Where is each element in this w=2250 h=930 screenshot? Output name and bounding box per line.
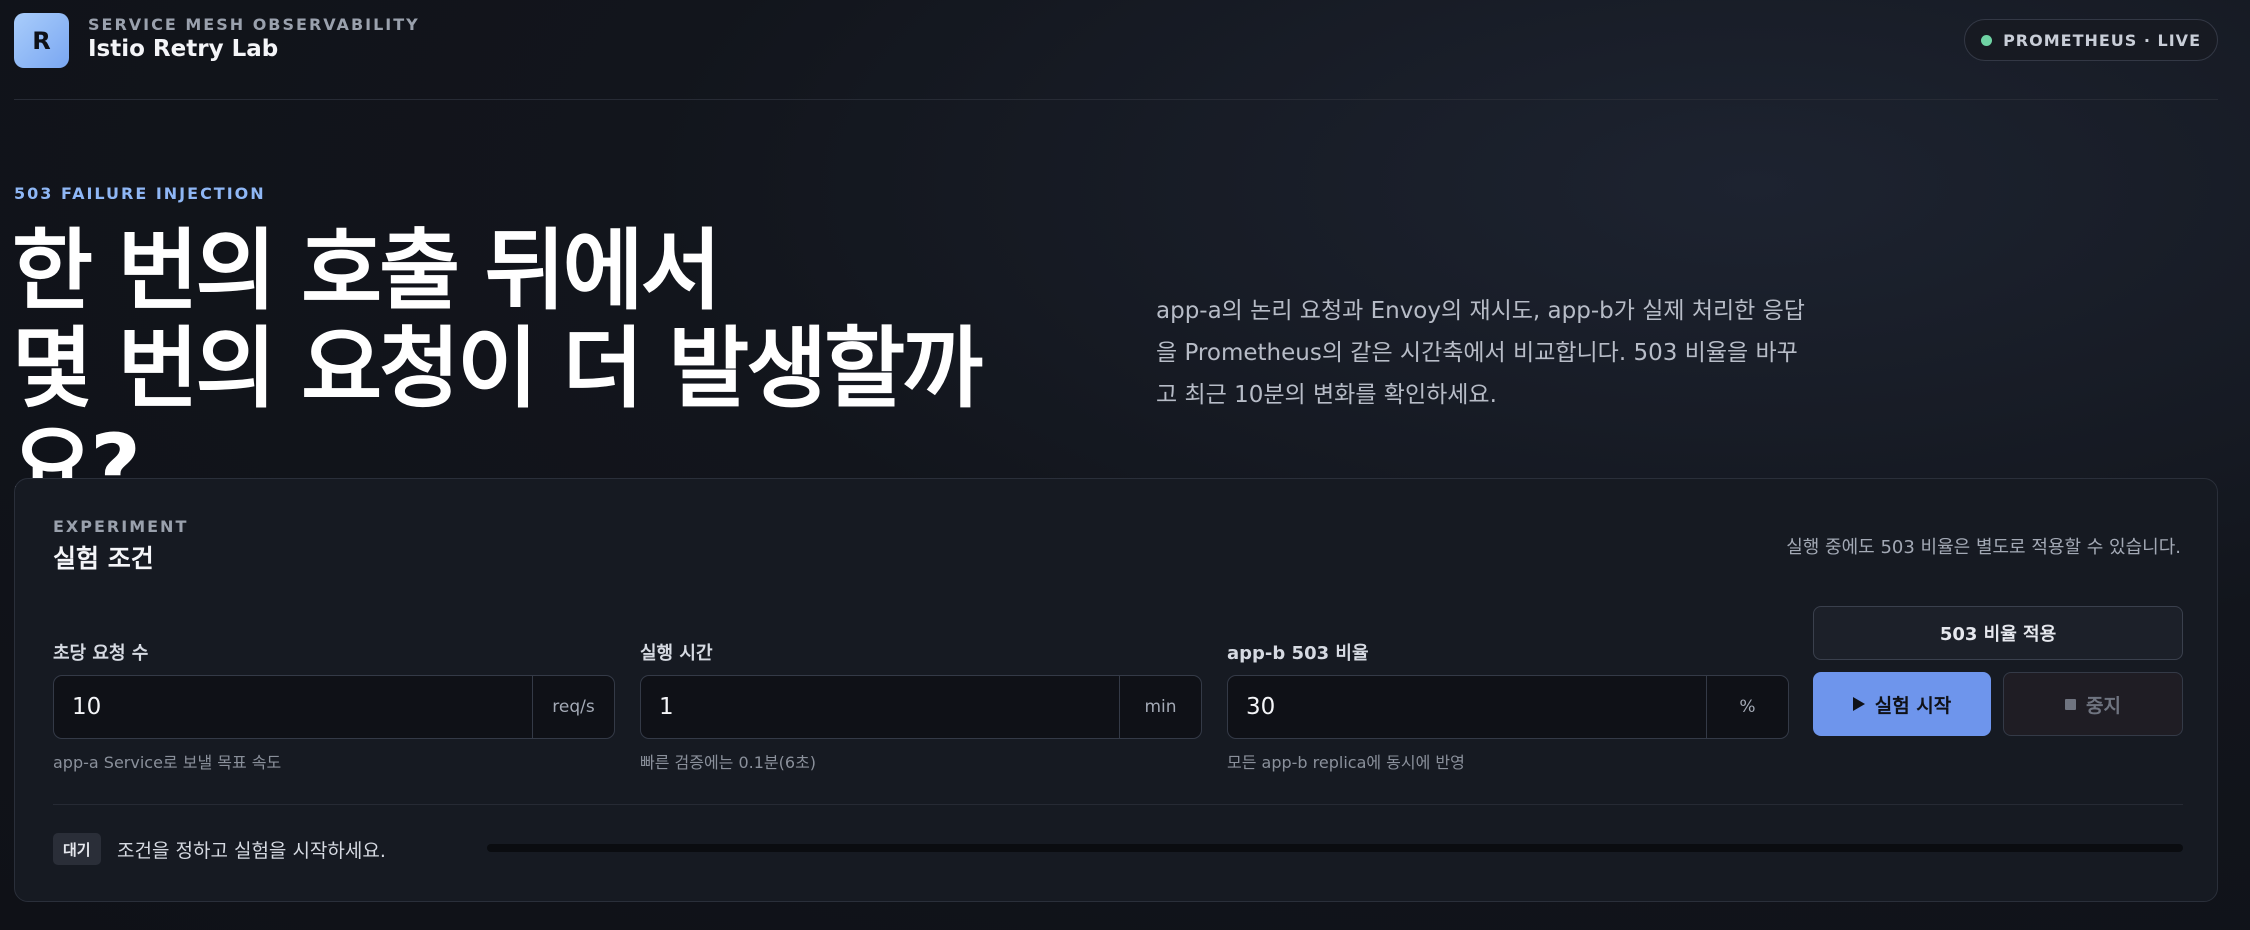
failure-rate-label: app-b 503 비율: [1227, 643, 1369, 664]
experiment-progress-bar: [487, 844, 2183, 852]
hero-title: 한 번의 호출 뒤에서 몇 번의 요청이 더 발생할까요?: [12, 222, 1062, 516]
card-divider: [53, 804, 2183, 805]
experiment-title: 실험 조건: [53, 544, 154, 573]
start-experiment-button[interactable]: 실험 시작: [1813, 672, 1991, 736]
app-title: Istio Retry Lab: [88, 36, 279, 62]
duration-input-box: min: [640, 675, 1202, 739]
duration-hint: 빠른 검증에는 0.1분(6초): [640, 753, 817, 772]
duration-input[interactable]: [641, 676, 1119, 738]
stop-label: 중지: [2086, 694, 2121, 717]
rps-hint: app-a Service로 보낼 목표 속도: [53, 753, 282, 772]
experiment-eyebrow: EXPERIMENT: [53, 517, 189, 536]
hero-description: app-a의 논리 요청과 Envoy의 재시도, app-b가 실제 처리한 …: [1156, 298, 1805, 408]
duration-field: 실행 시간 min 빠른 검증에는 0.1분(6초): [640, 639, 1202, 773]
app-header: R SERVICE MESH OBSERVABILITY Istio Retry…: [14, 0, 2218, 100]
apply-failure-rate-button[interactable]: 503 비율 적용: [1813, 606, 2183, 660]
rps-input-box: req/s: [53, 675, 615, 739]
failure-rate-input-box: %: [1227, 675, 1789, 739]
stop-experiment-button[interactable]: 중지: [2003, 672, 2183, 736]
hero-eyebrow: 503 FAILURE INJECTION: [14, 184, 266, 203]
hero-title-line-1: 한 번의 호출 뒤에서: [12, 219, 722, 322]
status-badge: 대기: [53, 833, 101, 865]
live-dot-icon: [1981, 35, 1993, 46]
prometheus-status-badge: PROMETHEUS · LIVE: [1964, 19, 2218, 61]
status-message: 조건을 정하고 실험을 시작하세요.: [117, 840, 386, 862]
start-label: 실험 시작: [1874, 694, 1952, 717]
stop-icon: [2065, 698, 2077, 710]
failure-rate-hint: 모든 app-b replica에 동시에 반영: [1227, 753, 1465, 772]
failure-rate-field: app-b 503 비율 % 모든 app-b replica에 동시에 반영: [1227, 639, 1789, 773]
experiment-card: EXPERIMENT 실험 조건 실행 중에도 503 비율은 별도로 적용할 …: [14, 478, 2218, 902]
duration-label: 실행 시간: [640, 643, 713, 664]
rps-field: 초당 요청 수 req/s app-a Service로 보낼 목표 속도: [53, 639, 615, 773]
rps-unit: req/s: [532, 676, 614, 738]
failure-rate-input[interactable]: [1228, 676, 1706, 738]
failure-rate-unit: %: [1706, 676, 1788, 738]
duration-unit: min: [1119, 676, 1201, 738]
experiment-note: 실행 중에도 503 비율은 별도로 적용할 수 있습니다.: [1786, 537, 2181, 558]
rps-label: 초당 요청 수: [53, 643, 149, 664]
rps-input[interactable]: [54, 676, 532, 738]
app-logo: R: [14, 13, 69, 68]
brand-eyebrow: SERVICE MESH OBSERVABILITY: [88, 15, 420, 34]
status-label: PROMETHEUS · LIVE: [2003, 30, 2201, 50]
play-icon: [1852, 697, 1865, 711]
